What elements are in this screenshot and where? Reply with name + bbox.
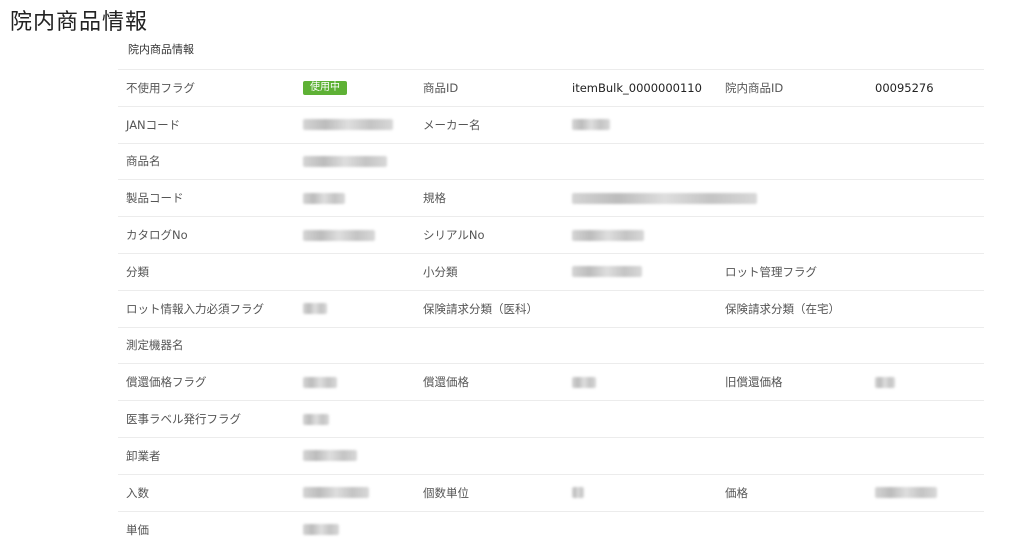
serial-no-value bbox=[572, 217, 644, 253]
lot-input-flag-value bbox=[303, 291, 327, 327]
quantity-value bbox=[303, 475, 369, 511]
catalog-no-label: カタログNo bbox=[126, 228, 188, 243]
table-row: 製品コード 規格 bbox=[118, 180, 984, 218]
reimb-flag-value bbox=[303, 364, 337, 400]
redacted-value bbox=[303, 192, 345, 204]
table-row: 不使用フラグ 使用中 商品ID itemBulk_0000000110 院内商品… bbox=[118, 70, 984, 107]
section-title: 院内商品情報 bbox=[128, 43, 194, 56]
reimb-flag-label: 償還価格フラグ bbox=[126, 375, 207, 390]
table-row: ロット情報入力必須フラグ 保険請求分類（医科） 保険請求分類（在宅） bbox=[118, 291, 984, 328]
lot-input-flag-label: ロット情報入力必須フラグ bbox=[126, 301, 264, 316]
catalog-no-value bbox=[303, 217, 375, 253]
redacted-value bbox=[303, 376, 337, 388]
unused-flag-value: 使用中 bbox=[303, 70, 347, 106]
redacted-value bbox=[875, 376, 895, 388]
unit-label: 個数単位 bbox=[423, 485, 469, 500]
wholesaler-label: 卸業者 bbox=[126, 448, 161, 463]
old-reimb-price-label: 旧償還価格 bbox=[725, 375, 783, 390]
unit-value bbox=[572, 475, 584, 511]
product-name-label: 商品名 bbox=[126, 154, 161, 169]
redacted-value bbox=[303, 450, 357, 462]
product-code-value bbox=[303, 180, 345, 216]
sub-category-value bbox=[572, 254, 642, 290]
redacted-value bbox=[303, 487, 369, 499]
inhouse-product-id-value: 00095276 bbox=[875, 80, 934, 95]
price-label: 価格 bbox=[725, 485, 748, 500]
insurance-medical-label: 保険請求分類（医科） bbox=[423, 301, 538, 316]
table-row: 測定機器名 bbox=[118, 328, 984, 365]
redacted-value bbox=[303, 155, 387, 167]
sub-category-label: 小分類 bbox=[423, 264, 458, 279]
category-label: 分類 bbox=[126, 264, 149, 279]
redacted-value bbox=[303, 524, 339, 536]
redacted-value bbox=[572, 119, 610, 131]
product-id-value: itemBulk_0000000110 bbox=[572, 80, 702, 95]
status-badge: 使用中 bbox=[303, 80, 347, 95]
insurance-home-label: 保険請求分類（在宅） bbox=[725, 301, 840, 316]
redacted-value bbox=[572, 192, 757, 204]
table-row: 医事ラベル発行フラグ bbox=[118, 401, 984, 438]
spec-value bbox=[572, 180, 757, 216]
unused-flag-label: 不使用フラグ bbox=[126, 80, 195, 95]
table-row: 単価 bbox=[118, 512, 984, 547]
product-id-label: 商品ID bbox=[423, 80, 459, 95]
med-label-flag-label: 医事ラベル発行フラグ bbox=[126, 412, 241, 427]
inhouse-product-id-label: 院内商品ID bbox=[725, 80, 784, 95]
redacted-value bbox=[875, 487, 937, 499]
table-row: 卸業者 bbox=[118, 438, 984, 475]
med-label-flag-value bbox=[303, 401, 329, 437]
quantity-label: 入数 bbox=[126, 485, 149, 500]
serial-no-label: シリアルNo bbox=[423, 228, 485, 243]
redacted-value bbox=[303, 413, 329, 425]
redacted-value bbox=[572, 487, 584, 499]
reimb-price-value bbox=[572, 364, 596, 400]
table-row: 分類 小分類 ロット管理フラグ bbox=[118, 254, 984, 291]
redacted-value bbox=[572, 266, 642, 278]
product-code-label: 製品コード bbox=[126, 191, 184, 206]
table-row: 商品名 bbox=[118, 144, 984, 181]
maker-name-value bbox=[572, 107, 610, 143]
redacted-value bbox=[572, 229, 644, 241]
lot-flag-label: ロット管理フラグ bbox=[725, 264, 817, 279]
product-name-value bbox=[303, 144, 387, 180]
table-row: 入数 個数単位 価格 bbox=[118, 475, 984, 512]
table-row: カタログNo シリアルNo bbox=[118, 217, 984, 254]
spec-label: 規格 bbox=[423, 191, 446, 206]
unit-price-value bbox=[303, 512, 339, 547]
maker-name-label: メーカー名 bbox=[423, 117, 481, 132]
wholesaler-value bbox=[303, 438, 357, 474]
table-row: 償還価格フラグ 償還価格 旧償還価格 bbox=[118, 364, 984, 402]
reimb-price-label: 償還価格 bbox=[423, 375, 469, 390]
table-row: JANコード メーカー名 bbox=[118, 107, 984, 144]
redacted-value bbox=[303, 229, 375, 241]
page-title: 院内商品情報 bbox=[10, 10, 149, 35]
redacted-value bbox=[303, 119, 393, 131]
product-info-table: 不使用フラグ 使用中 商品ID itemBulk_0000000110 院内商品… bbox=[118, 69, 984, 547]
price-value bbox=[875, 475, 937, 511]
old-reimb-price-value bbox=[875, 364, 895, 400]
jan-code-label: JANコード bbox=[126, 117, 181, 132]
device-name-label: 測定機器名 bbox=[126, 338, 184, 353]
jan-code-value bbox=[303, 107, 393, 143]
redacted-value bbox=[572, 376, 596, 388]
unit-price-label: 単価 bbox=[126, 522, 149, 537]
redacted-value bbox=[303, 303, 327, 315]
